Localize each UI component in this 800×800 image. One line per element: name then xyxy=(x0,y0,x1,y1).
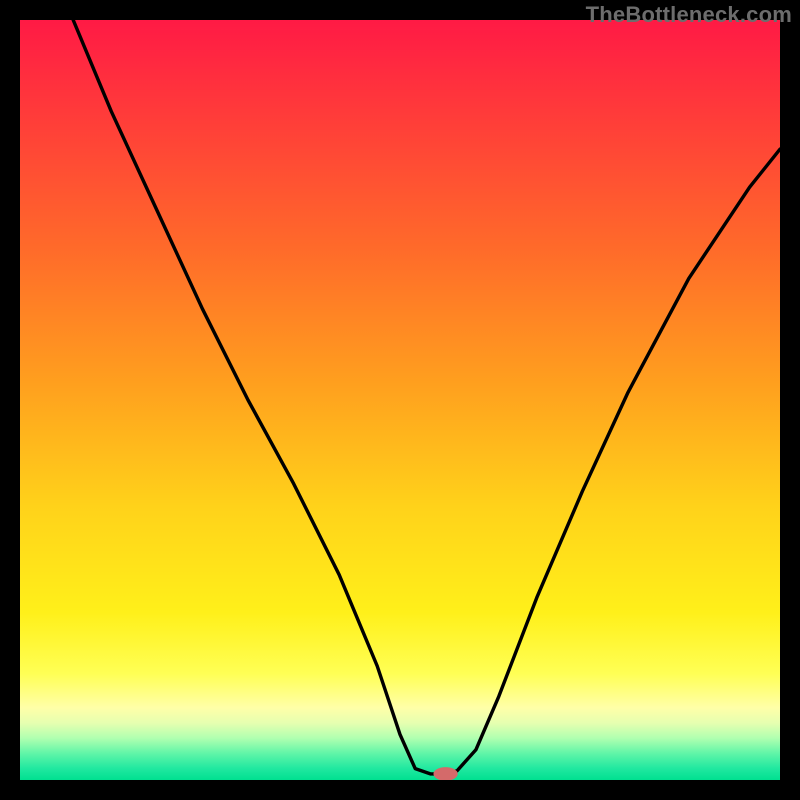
chart-frame: { "watermark": "TheBottleneck.com", "cha… xyxy=(0,0,800,800)
chart-background xyxy=(20,20,780,780)
watermark-text: TheBottleneck.com xyxy=(586,2,792,28)
bottleneck-chart xyxy=(20,20,780,780)
